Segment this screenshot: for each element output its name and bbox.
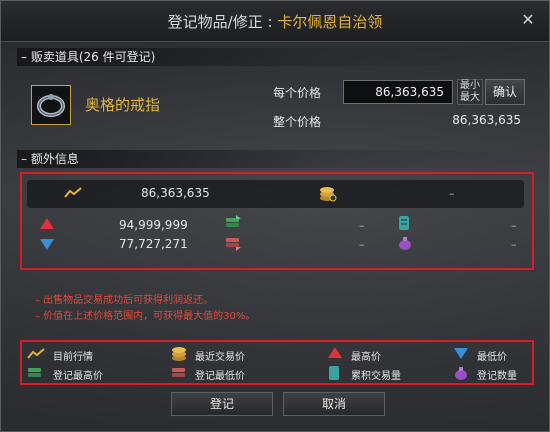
sale-section-header: – 贩卖道具(26 件可登记) xyxy=(17,48,535,66)
legend-registered-highest: 登记最高价 xyxy=(53,371,103,382)
coin-stack-icon xyxy=(319,185,337,202)
pouch-icon xyxy=(397,235,413,251)
total-price-value: 86,363,635 xyxy=(452,113,521,127)
extra-info-header: – 额外信息 xyxy=(17,150,535,168)
highest-arrow-icon xyxy=(327,346,343,362)
legend-lowest: 最低价 xyxy=(477,352,507,363)
lowest-arrow-icon xyxy=(453,346,469,362)
highest-price-value: 94,999,999 xyxy=(119,218,188,232)
registered-lowest-value: – xyxy=(359,238,365,251)
cumulative-volume-value: – xyxy=(511,219,517,232)
min-max-button[interactable]: 最小 最大 xyxy=(457,79,483,105)
item-name: 奥格的戒指 xyxy=(85,96,161,114)
registered-high-icon xyxy=(27,365,43,381)
scroll-icon xyxy=(397,215,413,231)
title-region: 卡尔佩恩自治领 xyxy=(277,13,383,31)
legend-registered-count: 登记数量 xyxy=(477,371,517,382)
current-market-value: 86,363,635 xyxy=(141,186,210,200)
cancel-button[interactable]: 取消 xyxy=(283,392,385,416)
unit-price-label: 每个价格 xyxy=(273,86,322,100)
legend-registered-lowest: 登记最低价 xyxy=(195,371,245,382)
trend-icon xyxy=(27,347,45,363)
title-bar: 登记物品/修正 : 卡尔佩恩自治领 ✕ xyxy=(1,1,549,42)
registered-high-icon xyxy=(225,215,241,231)
total-price-label: 整个价格 xyxy=(273,115,322,129)
register-item-window: 登记物品/修正 : 卡尔佩恩自治领 ✕ – 贩卖道具(26 件可登记) 奥格的戒… xyxy=(0,0,550,432)
lowest-price-value: 77,727,271 xyxy=(119,237,188,251)
close-button[interactable]: ✕ xyxy=(519,11,537,29)
lowest-arrow-icon xyxy=(39,237,55,253)
coin-stack-icon xyxy=(171,345,187,361)
registered-low-icon xyxy=(171,365,187,381)
unit-price-input[interactable]: 86,363,635 xyxy=(343,80,453,104)
window-title: 登记物品/修正 : 卡尔佩恩自治领 xyxy=(1,11,549,32)
ring-icon xyxy=(31,85,71,125)
title-prefix: 登记物品/修正 : xyxy=(167,13,278,31)
registered-highest-value: – xyxy=(359,219,365,232)
confirm-price-button[interactable]: 确认 xyxy=(485,79,525,105)
warning-line-1: – 出售物品交易成功后可获得利润返还。 xyxy=(35,295,214,306)
registered-low-icon xyxy=(225,235,241,251)
max-label: 最大 xyxy=(460,92,480,103)
legend-current-market: 目前行情 xyxy=(53,352,93,363)
legend-highest: 最高价 xyxy=(351,352,381,363)
warning-line-2: – 价值在上述价格范围内，可获得最大值的30%。 xyxy=(35,311,256,322)
register-button[interactable]: 登记 xyxy=(171,392,273,416)
pouch-icon xyxy=(453,365,469,381)
highest-arrow-icon xyxy=(39,217,55,233)
trend-icon xyxy=(64,186,82,202)
legend-recent-trade: 最近交易价 xyxy=(195,352,245,363)
legend-cumulative-volume: 累积交易量 xyxy=(351,371,401,382)
scroll-icon xyxy=(327,365,343,381)
recent-trade-value: – xyxy=(449,187,455,200)
registered-count-value: – xyxy=(511,238,517,251)
min-label: 最小 xyxy=(460,80,480,91)
